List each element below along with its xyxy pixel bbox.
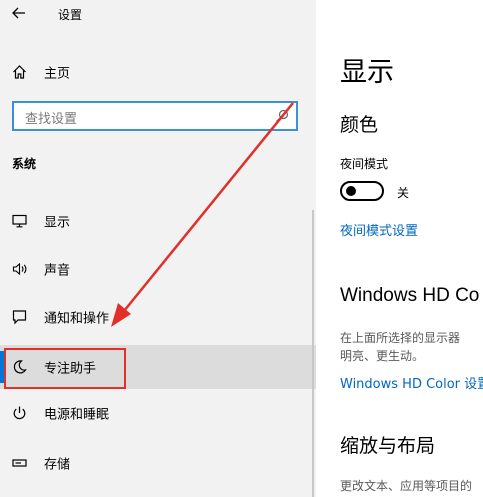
annotation-arrow (111, 102, 294, 327)
